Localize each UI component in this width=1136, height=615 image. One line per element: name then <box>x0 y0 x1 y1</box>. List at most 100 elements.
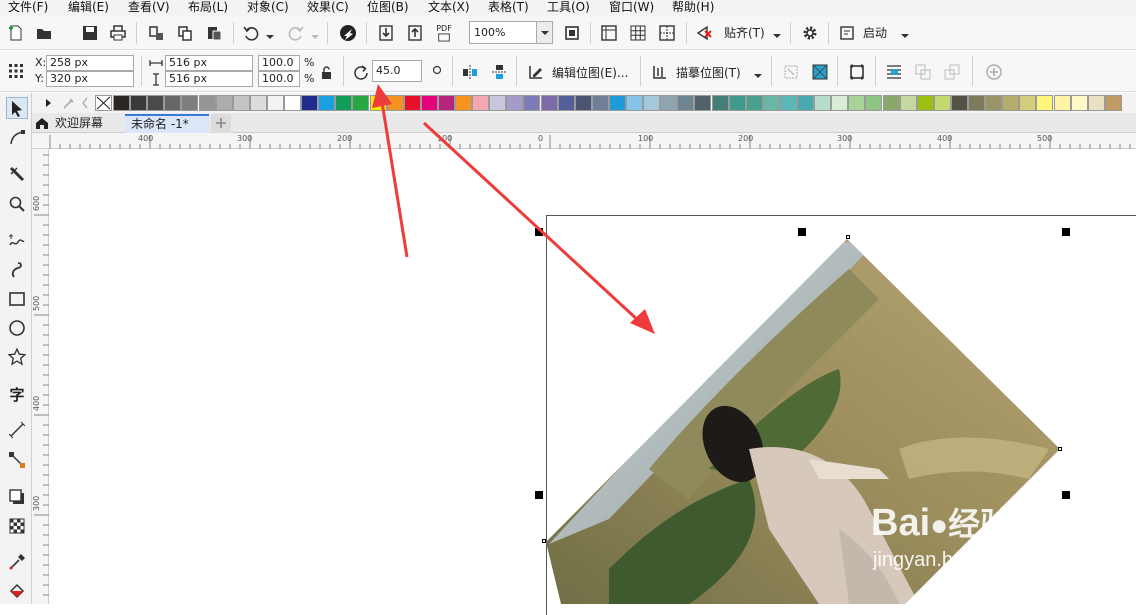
mirror-horizontal-button[interactable] <box>458 60 482 84</box>
rotation-angle-input[interactable]: 45.0 <box>372 60 422 82</box>
save-button[interactable] <box>78 21 102 45</box>
show-rulers-button[interactable] <box>597 21 621 45</box>
artistic-media-tool[interactable] <box>6 259 28 281</box>
color-swatch[interactable] <box>1053 95 1071 111</box>
color-swatch[interactable] <box>472 95 490 111</box>
connector-tool[interactable] <box>6 449 28 471</box>
selection-handle-top[interactable] <box>798 228 806 236</box>
color-swatch[interactable] <box>779 95 797 111</box>
color-swatch[interactable] <box>626 95 643 111</box>
color-swatch[interactable] <box>762 95 780 111</box>
color-swatch[interactable] <box>933 95 951 111</box>
zoom-level-select[interactable]: 100% <box>469 21 553 44</box>
eyedropper-small-icon[interactable] <box>62 96 76 110</box>
mirror-vertical-button[interactable] <box>487 60 511 84</box>
palette-scroll-icon[interactable] <box>45 98 52 108</box>
selection-handle-top-left[interactable] <box>535 228 543 236</box>
interactive-fill-tool[interactable] <box>6 580 28 602</box>
color-swatch[interactable] <box>352 95 370 111</box>
color-swatch[interactable] <box>386 95 404 111</box>
color-swatch[interactable] <box>489 95 507 111</box>
node-handle-left[interactable] <box>542 539 546 543</box>
zoom-dropdown-icon[interactable] <box>536 22 552 43</box>
paste-button[interactable] <box>202 21 226 45</box>
launch-button[interactable]: 启动 <box>863 24 887 41</box>
color-swatch[interactable] <box>677 95 695 111</box>
vertical-ruler[interactable]: 600 500 400 300 <box>32 149 49 604</box>
redo-button[interactable] <box>284 21 308 45</box>
menu-help[interactable]: 帮助(H) <box>672 0 714 14</box>
menu-edit[interactable]: 编辑(E) <box>68 0 109 14</box>
color-swatch[interactable] <box>301 95 319 111</box>
rectangle-tool[interactable] <box>6 288 28 310</box>
text-tool[interactable]: 字 <box>6 383 28 405</box>
color-swatch[interactable] <box>420 95 438 111</box>
polygon-tool[interactable] <box>6 346 28 368</box>
color-swatch[interactable] <box>369 95 387 111</box>
snap-off-button[interactable] <box>692 21 716 45</box>
color-swatch[interactable] <box>249 95 267 111</box>
color-swatch[interactable] <box>1104 95 1122 111</box>
color-swatch[interactable] <box>523 95 541 111</box>
lock-ratio-icon[interactable] <box>320 66 334 80</box>
add-property-button[interactable] <box>982 60 1006 84</box>
ellipse-tool[interactable] <box>6 317 28 339</box>
color-swatch[interactable] <box>694 95 712 111</box>
color-swatch[interactable] <box>1087 95 1105 111</box>
import-file-button[interactable] <box>374 21 398 45</box>
no-color-swatch[interactable] <box>95 95 112 111</box>
application-launcher-icon[interactable] <box>835 21 859 45</box>
crop-tool[interactable] <box>6 163 28 185</box>
bitmap-border-button[interactable] <box>845 60 869 84</box>
x-position-input[interactable]: 258 px <box>46 55 134 71</box>
color-swatch[interactable] <box>865 95 883 111</box>
color-swatch[interactable] <box>608 95 626 111</box>
edit-bitmap-button[interactable]: 编辑位图(E)... <box>552 64 628 81</box>
height-input[interactable]: 516 px <box>165 71 253 87</box>
color-swatch[interactable] <box>181 95 199 111</box>
edit-bitmap-icon[interactable] <box>524 60 548 84</box>
pick-tool[interactable] <box>6 97 28 119</box>
color-swatch[interactable] <box>985 95 1003 111</box>
color-swatch[interactable] <box>1070 95 1088 111</box>
color-swatch[interactable] <box>797 95 814 111</box>
node-handle-right[interactable] <box>1058 447 1062 451</box>
color-swatch[interactable] <box>232 95 250 111</box>
scale-height-input[interactable]: 100.0 <box>258 71 300 87</box>
menu-object[interactable]: 对象(C) <box>247 0 289 14</box>
selection-handle-top-right[interactable] <box>1062 228 1070 236</box>
color-swatch[interactable] <box>882 95 900 111</box>
menu-text[interactable]: 文本(X) <box>428 0 470 14</box>
redo-dropdown-icon[interactable] <box>311 30 319 39</box>
tab-document[interactable]: 未命名 -1* <box>125 114 209 133</box>
text-wrap-button[interactable] <box>882 60 906 84</box>
color-swatch[interactable] <box>403 95 421 111</box>
node-handle-top[interactable] <box>846 235 850 239</box>
eyedropper-tool[interactable] <box>6 551 28 573</box>
show-grid-button[interactable] <box>626 21 650 45</box>
menu-tools[interactable]: 工具(O) <box>547 0 590 14</box>
color-swatch[interactable] <box>643 95 661 111</box>
color-swatch[interactable] <box>968 95 985 111</box>
color-swatch[interactable] <box>814 95 832 111</box>
color-swatch[interactable] <box>1019 95 1037 111</box>
color-swatch[interactable] <box>831 95 849 111</box>
trace-bitmap-icon[interactable] <box>648 60 672 84</box>
export-file-button[interactable] <box>403 21 427 45</box>
tab-welcome-screen[interactable]: 欢迎屏幕 <box>32 114 124 133</box>
new-document-button[interactable] <box>4 21 28 45</box>
new-tab-button[interactable] <box>211 114 231 133</box>
copy-button[interactable] <box>173 21 197 45</box>
color-swatch[interactable] <box>1036 95 1054 111</box>
trace-bitmap-button[interactable]: 描摹位图(T) <box>676 64 741 81</box>
show-guidelines-button[interactable] <box>655 21 679 45</box>
color-swatch[interactable] <box>455 95 472 111</box>
scale-width-input[interactable]: 100.0 <box>258 55 300 71</box>
horizontal-ruler[interactable]: 400 300 200 100 0 100 200 300 400 500 <box>32 133 1136 149</box>
drawing-canvas[interactable]: Bai●经验 jingyan.baidu.com <box>49 84 1136 615</box>
open-button[interactable] <box>32 21 56 45</box>
shape-tool[interactable] <box>6 127 28 149</box>
color-swatch[interactable] <box>147 95 165 111</box>
color-swatch[interactable] <box>335 95 353 111</box>
zoom-tool[interactable] <box>6 193 28 215</box>
